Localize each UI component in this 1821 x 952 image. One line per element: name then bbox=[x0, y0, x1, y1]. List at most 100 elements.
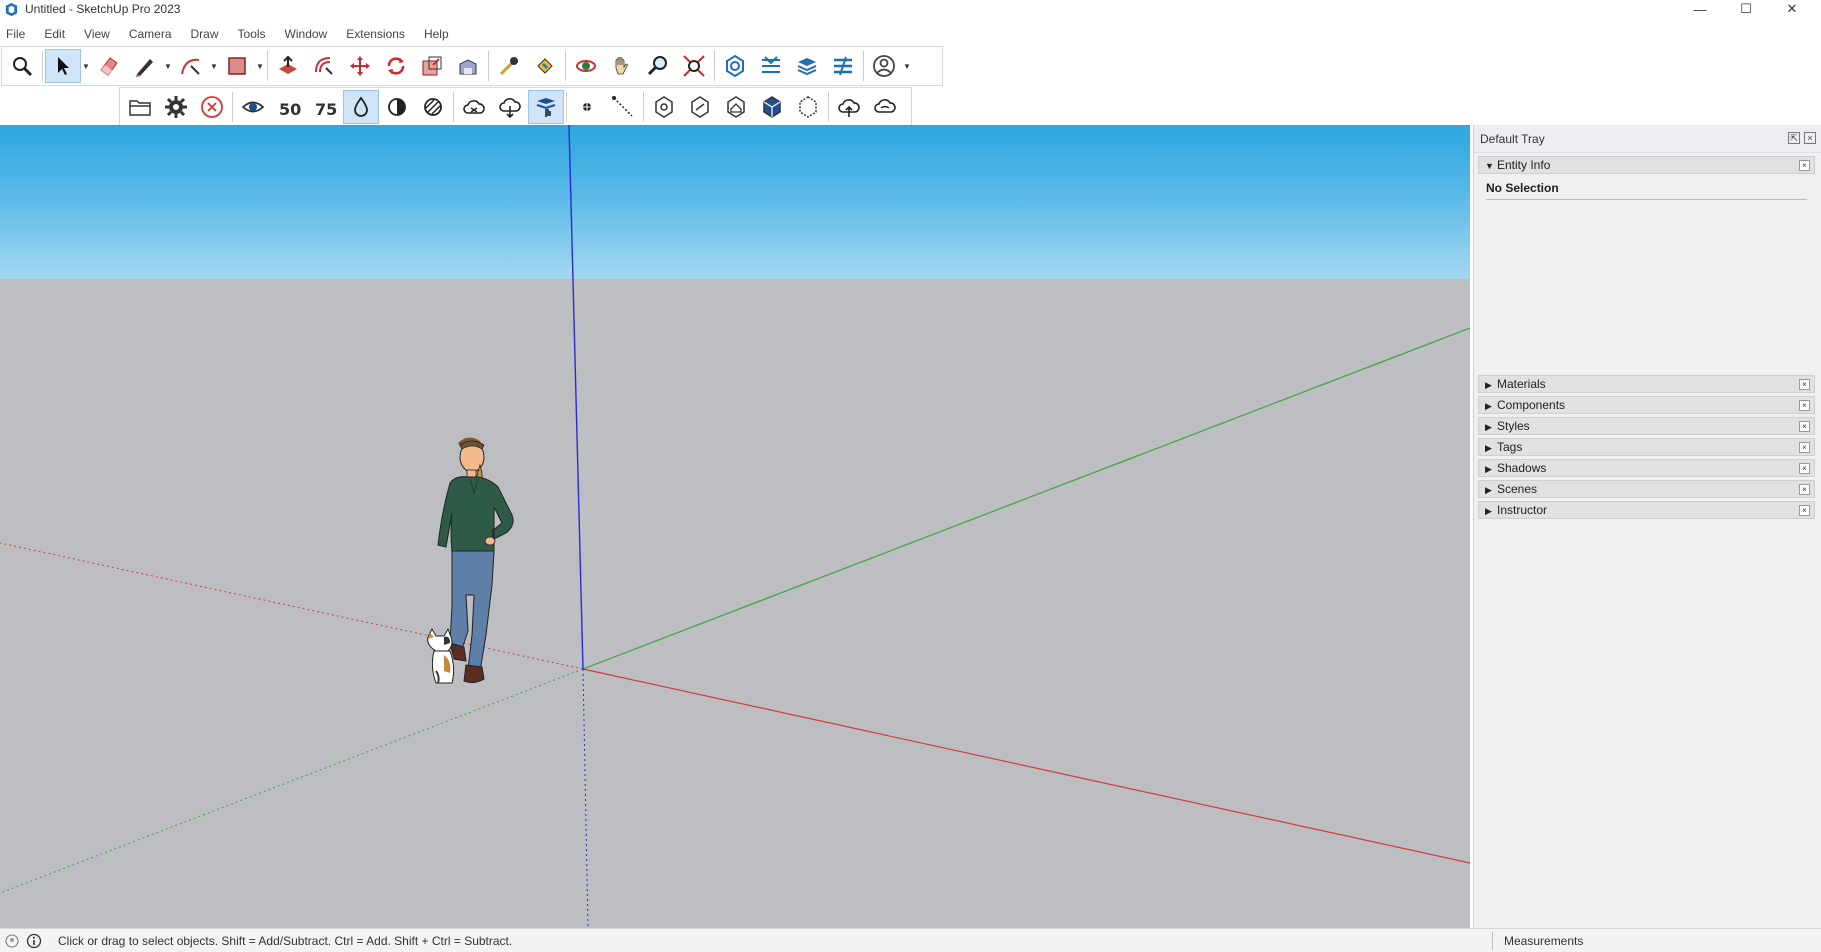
info-icon[interactable] bbox=[26, 933, 42, 949]
panel-close-button[interactable]: × bbox=[1799, 379, 1810, 390]
tray-close-button[interactable]: × bbox=[1804, 132, 1816, 144]
panel-close-button[interactable]: × bbox=[1799, 484, 1810, 495]
panel-instructor[interactable]: ▶ Instructor × bbox=[1478, 501, 1815, 519]
cloud-sync-button[interactable] bbox=[456, 90, 492, 124]
panel-close-button[interactable]: × bbox=[1799, 400, 1810, 411]
chevron-down-icon: ▼ bbox=[82, 61, 90, 71]
maximize-icon: ☐ bbox=[1740, 1, 1752, 16]
panel-close-button[interactable]: × bbox=[1799, 442, 1810, 453]
xray-icon bbox=[241, 101, 265, 113]
contrast-button[interactable] bbox=[379, 90, 415, 124]
trimble-connect-button[interactable] bbox=[717, 49, 753, 83]
search-tool-button[interactable] bbox=[4, 49, 40, 83]
offset-icon bbox=[315, 57, 333, 75]
open-button[interactable] bbox=[122, 90, 158, 124]
chevron-down-icon: ▼ bbox=[903, 61, 911, 71]
panel-entity-info[interactable]: ▼ Entity Info × bbox=[1478, 156, 1815, 174]
maximize-button[interactable]: ☐ bbox=[1723, 0, 1769, 18]
tape-measure-tool-button[interactable] bbox=[491, 49, 527, 83]
front-view-button[interactable] bbox=[718, 90, 754, 124]
offset-tool-button[interactable] bbox=[306, 49, 342, 83]
close-icon: × bbox=[1802, 401, 1807, 410]
menu-file[interactable]: File bbox=[6, 27, 25, 41]
panel-components[interactable]: ▶ Components × bbox=[1478, 396, 1815, 414]
panel-close-button[interactable]: × bbox=[1799, 505, 1810, 516]
move-tool-button[interactable] bbox=[342, 49, 378, 83]
arc-tool-dropdown[interactable]: ▼ bbox=[209, 49, 219, 83]
line-tool-dropdown[interactable]: ▼ bbox=[163, 49, 173, 83]
speed-50-button[interactable]: 50 bbox=[271, 90, 307, 124]
push-pull-tool-button[interactable] bbox=[270, 49, 306, 83]
cloud-share-button[interactable] bbox=[867, 90, 903, 124]
stripe-button[interactable] bbox=[415, 90, 451, 124]
collapsed-triangle-icon: ▶ bbox=[1485, 380, 1492, 390]
rectangle-tool-dropdown[interactable]: ▼ bbox=[255, 49, 265, 83]
pan-icon bbox=[615, 57, 628, 75]
stack-hand-button[interactable] bbox=[528, 90, 564, 124]
menu-draw[interactable]: Draw bbox=[191, 27, 219, 41]
zoom-tool-button[interactable] bbox=[640, 49, 676, 83]
point-button[interactable] bbox=[569, 90, 605, 124]
minimize-button[interactable]: — bbox=[1677, 0, 1723, 18]
eraser-tool-button[interactable] bbox=[91, 49, 127, 83]
close-icon: × bbox=[1802, 380, 1807, 389]
chevron-down-icon: ▼ bbox=[210, 61, 218, 71]
cloud-download-button[interactable] bbox=[492, 90, 528, 124]
menu-extensions[interactable]: Extensions bbox=[346, 27, 405, 41]
back-view-button[interactable] bbox=[790, 90, 826, 124]
panel-shadows[interactable]: ▶ Shadows × bbox=[1478, 459, 1815, 477]
menu-window[interactable]: Window bbox=[285, 27, 328, 41]
panel-close-button[interactable]: × bbox=[1799, 160, 1810, 171]
speed-75-button[interactable]: 75 bbox=[307, 90, 343, 124]
cancel-button[interactable] bbox=[194, 90, 230, 124]
orbit-tool-button[interactable] bbox=[568, 49, 604, 83]
close-window-button[interactable]: ✕ bbox=[1769, 0, 1815, 18]
rectangle-tool-button[interactable] bbox=[219, 49, 255, 83]
panel-close-button[interactable]: × bbox=[1799, 463, 1810, 474]
tray-pin-button[interactable]: ⇱ bbox=[1788, 132, 1800, 144]
zoom-extents-tool-button[interactable] bbox=[676, 49, 712, 83]
settings-button[interactable] bbox=[158, 90, 194, 124]
panel-styles[interactable]: ▶ Styles × bbox=[1478, 417, 1815, 435]
collapsed-triangle-icon: ▶ bbox=[1485, 401, 1492, 411]
scale-tool-button[interactable] bbox=[414, 49, 450, 83]
menu-edit[interactable]: Edit bbox=[44, 27, 65, 41]
menu-view[interactable]: View bbox=[84, 27, 110, 41]
panel-materials[interactable]: ▶ Materials × bbox=[1478, 375, 1815, 393]
iso-view-button[interactable] bbox=[646, 90, 682, 124]
xray-button[interactable] bbox=[235, 90, 271, 124]
menu-help[interactable]: Help bbox=[424, 27, 449, 41]
measurements-box[interactable]: Measurements bbox=[1504, 934, 1583, 948]
account-button[interactable] bbox=[866, 49, 902, 83]
dashed-line-button[interactable] bbox=[605, 90, 641, 124]
right-view-button[interactable] bbox=[754, 90, 790, 124]
cloud-upload-button[interactable] bbox=[831, 90, 867, 124]
search-icon bbox=[13, 57, 33, 77]
3d-warehouse-button[interactable] bbox=[789, 49, 825, 83]
line-tool-button[interactable] bbox=[127, 49, 163, 83]
arc-tool-button[interactable] bbox=[173, 49, 209, 83]
panel-tags[interactable]: ▶ Tags × bbox=[1478, 438, 1815, 456]
select-tool-button[interactable] bbox=[45, 49, 81, 83]
menu-camera[interactable]: Camera bbox=[129, 27, 172, 41]
select-arrow-icon bbox=[58, 57, 69, 75]
menu-tools[interactable]: Tools bbox=[238, 27, 266, 41]
layout-button[interactable] bbox=[753, 49, 789, 83]
top-view-button[interactable] bbox=[682, 90, 718, 124]
panel-scenes[interactable]: ▶ Scenes × bbox=[1478, 480, 1815, 498]
paint-bucket-tool-button[interactable] bbox=[527, 49, 563, 83]
account-dropdown[interactable]: ▼ bbox=[902, 49, 912, 83]
select-tool-dropdown[interactable]: ▼ bbox=[81, 49, 91, 83]
water-drop-button[interactable] bbox=[343, 90, 379, 124]
panel-label: Instructor bbox=[1497, 503, 1548, 517]
water-drop-icon bbox=[354, 96, 368, 117]
panel-close-button[interactable]: × bbox=[1799, 421, 1810, 432]
geo-location-icon[interactable] bbox=[4, 933, 20, 949]
rotate-tool-button[interactable] bbox=[378, 49, 414, 83]
follow-me-tool-button[interactable] bbox=[450, 49, 486, 83]
modeling-viewport[interactable] bbox=[0, 125, 1470, 928]
toolbar-separator bbox=[267, 51, 268, 81]
pan-tool-button[interactable] bbox=[604, 49, 640, 83]
extension-warehouse-button[interactable] bbox=[825, 49, 861, 83]
panel-label: Components bbox=[1497, 398, 1566, 412]
